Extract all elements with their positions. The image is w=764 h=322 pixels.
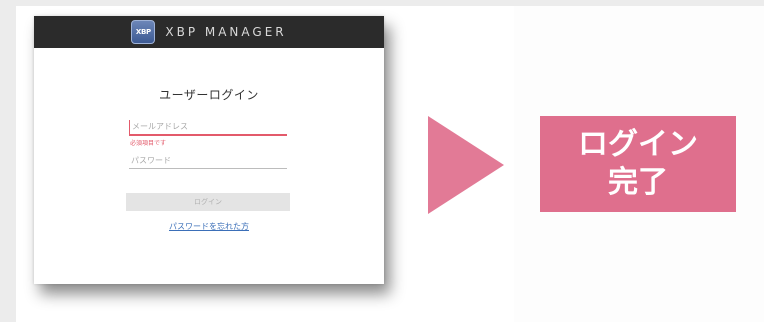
email-underline	[129, 134, 287, 136]
brand-name: XBP MANAGER	[165, 25, 287, 39]
email-error-message: 必須項目です	[130, 139, 167, 147]
login-complete-box: ログイン 完了	[540, 116, 736, 212]
xbp-logo-icon: XBP	[131, 20, 156, 44]
complete-line-1: ログイン	[578, 127, 698, 162]
complete-line-2: 完了	[608, 165, 668, 200]
password-underline	[129, 168, 287, 169]
forgot-password-link[interactable]: パスワードを忘れた方	[34, 221, 384, 232]
login-button[interactable]: ログイン	[126, 193, 290, 211]
email-input[interactable]: メールアドレス	[129, 120, 287, 134]
password-input[interactable]: パスワード	[129, 154, 287, 168]
login-window: XBP XBP MANAGER ユーザーログイン メールアドレス 必須項目です …	[34, 16, 384, 284]
login-title: ユーザーログイン	[159, 88, 259, 102]
login-header: XBP XBP MANAGER	[34, 16, 384, 48]
password-field[interactable]: パスワード	[129, 154, 287, 169]
play-triangle-icon	[428, 116, 504, 218]
email-field[interactable]: メールアドレス 必須項目です	[129, 120, 287, 147]
